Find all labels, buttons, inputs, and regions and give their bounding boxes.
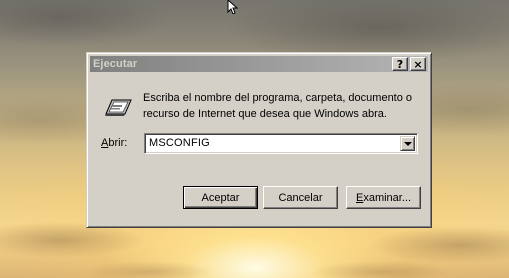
title-bar[interactable]: Ejecutar ? ×	[90, 56, 428, 72]
ok-button[interactable]: Aceptar	[183, 186, 258, 209]
close-button[interactable]: ×	[410, 57, 426, 71]
browse-button[interactable]: Examinar...	[346, 186, 421, 209]
run-program-icon	[105, 99, 132, 116]
help-button[interactable]: ?	[392, 57, 408, 71]
open-combobox[interactable]: MSCONFIG	[144, 133, 418, 154]
browse-label-accelerator: E	[355, 191, 364, 204]
dropdown-button[interactable]	[400, 136, 415, 151]
cancel-button[interactable]: Cancelar	[263, 186, 338, 209]
browse-label-text: xaminar...	[363, 191, 412, 204]
open-label-text: brir:	[108, 137, 128, 149]
run-dialog: Ejecutar ? × Escriba el nombre del progr…	[86, 52, 432, 228]
dialog-description: Escriba el nombre del programa, carpeta,…	[143, 92, 413, 120]
open-label: Abrir:	[101, 137, 127, 149]
open-input[interactable]: MSCONFIG	[149, 137, 210, 149]
chevron-down-icon	[403, 141, 412, 146]
mouse-pointer-icon	[227, 0, 239, 14]
dialog-title: Ejecutar	[93, 58, 138, 70]
